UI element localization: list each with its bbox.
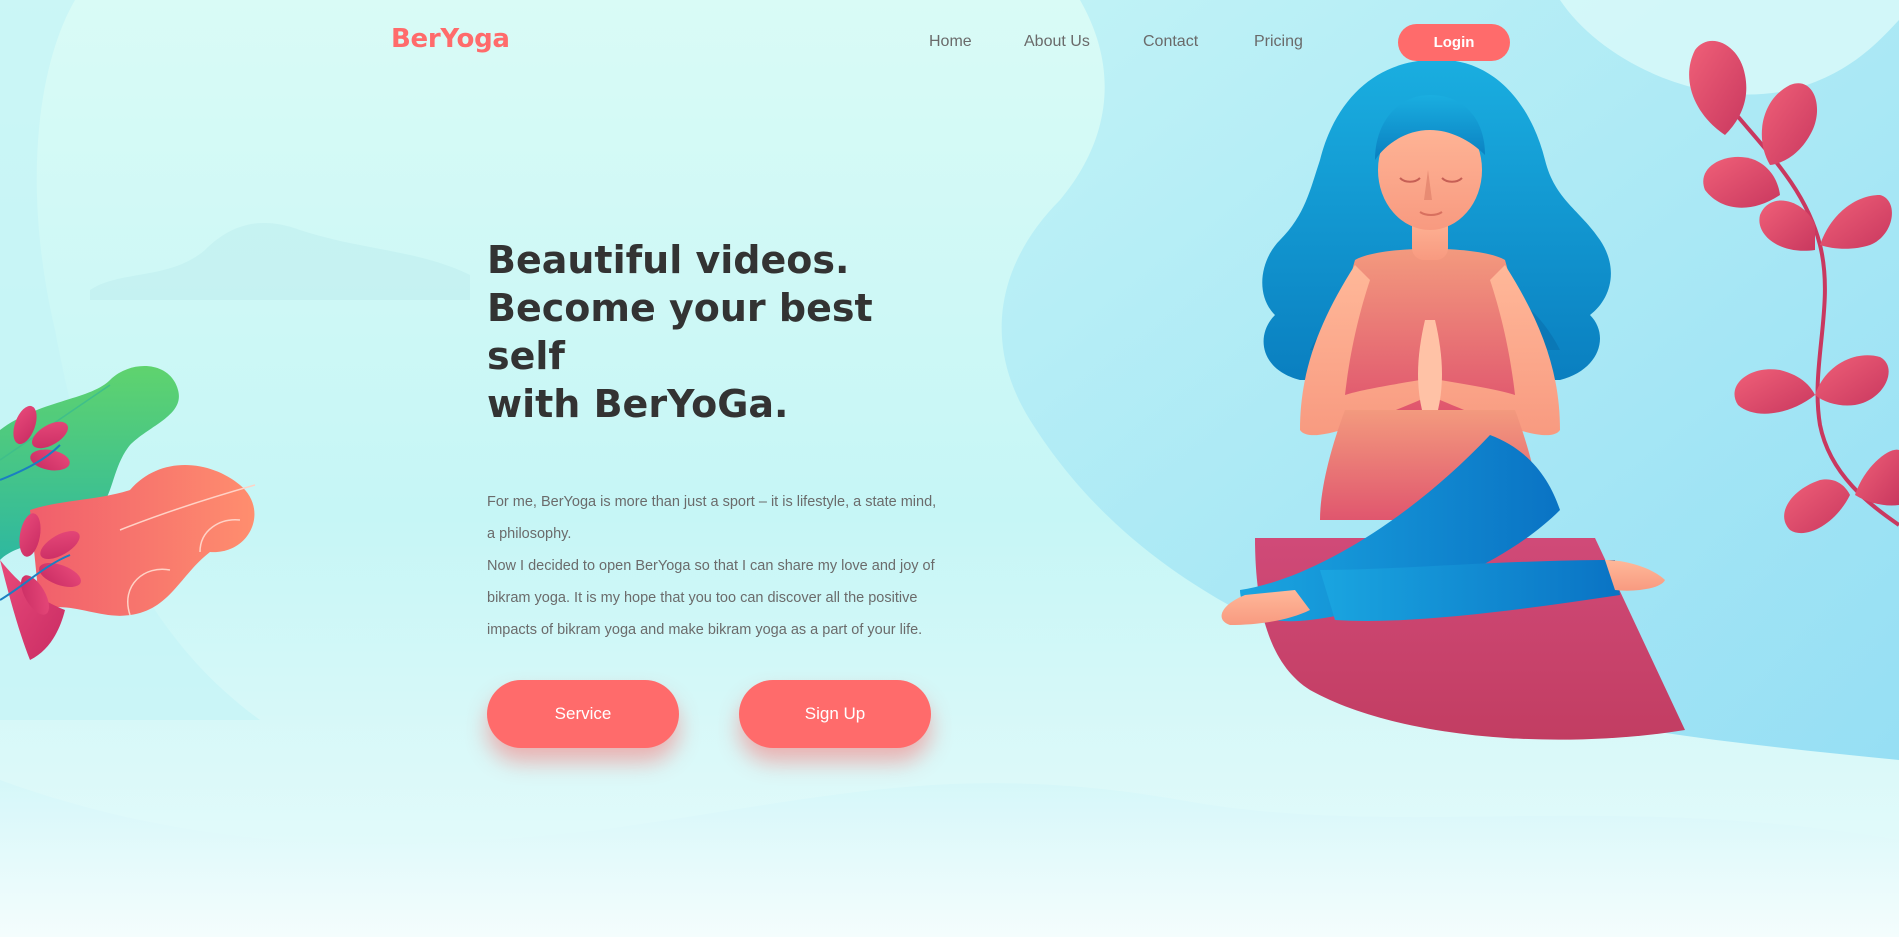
hero-description: For me, BerYoga is more than just a spor… [487, 486, 937, 646]
hero-title: Beautiful videos. Become your best self … [487, 236, 947, 428]
login-button[interactable]: Login [1398, 24, 1510, 61]
service-button[interactable]: Service [487, 680, 679, 748]
hero-paragraph-1: For me, BerYoga is more than just a spor… [487, 494, 937, 542]
woman-meditating-icon [1221, 59, 1685, 740]
brand-logo[interactable]: BerYoga [391, 24, 510, 54]
hero-section: Beautiful videos. Become your best self … [487, 236, 947, 646]
sign-up-button[interactable]: Sign Up [739, 680, 931, 748]
hero-title-line-3: with BerYoGa. [487, 382, 789, 426]
nav-home[interactable]: Home [929, 33, 972, 51]
nav-contact[interactable]: Contact [1143, 33, 1198, 51]
leaf-plant-icon [0, 366, 256, 660]
hero-title-line-1: Beautiful videos. [487, 238, 850, 282]
hero-title-line-2: Become your best self [487, 286, 873, 378]
nav-about-us[interactable]: About Us [1024, 33, 1090, 51]
nav-pricing[interactable]: Pricing [1254, 33, 1303, 51]
hero-paragraph-2: Now I decided to open BerYoga so that I … [487, 558, 935, 638]
